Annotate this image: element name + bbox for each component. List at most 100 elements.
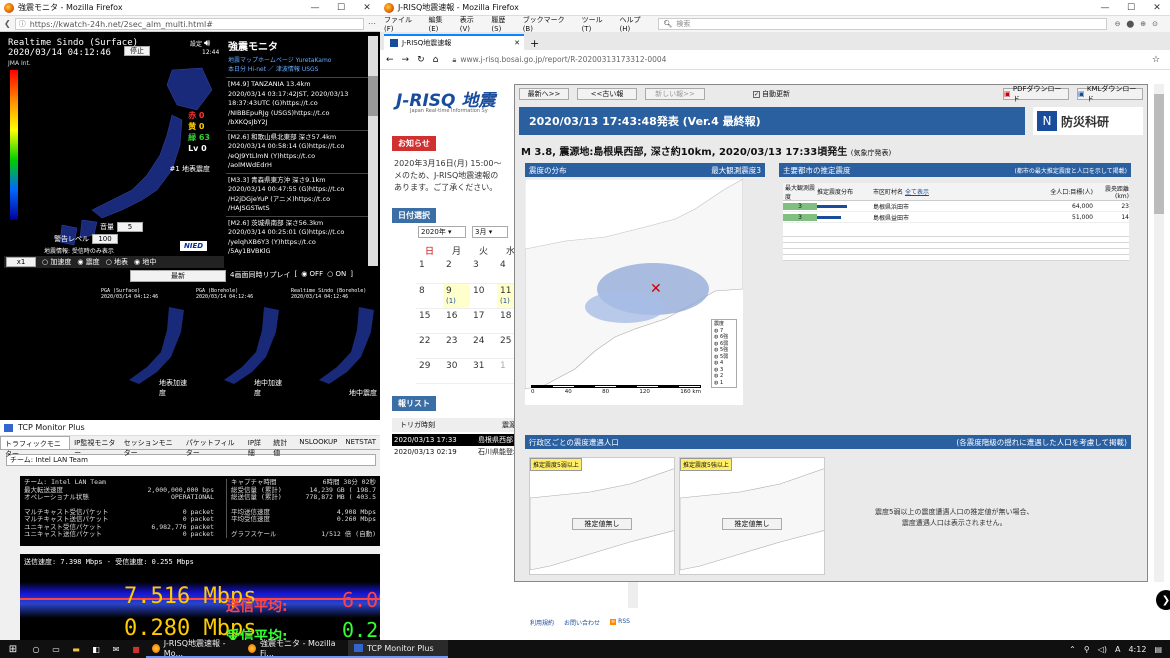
tab-traffic[interactable]: トラフィックモニター: [0, 436, 71, 458]
settings-label[interactable]: 設定: [190, 41, 202, 48]
tab-ip-detail[interactable]: IP詳細: [244, 436, 269, 457]
ime-indicator[interactable]: A: [1115, 645, 1120, 654]
menu-view[interactable]: 表示(V): [460, 15, 484, 33]
back-icon[interactable]: ❮: [4, 19, 11, 28]
explorer-icon[interactable]: ▬: [66, 645, 86, 654]
address-bar[interactable]: ❮ https://kwatch-24h.net/2sec_alm_multi.…: [0, 16, 380, 32]
pop-map-2[interactable]: 推定震度5強以上 推定値無し: [679, 457, 825, 575]
minimize-icon[interactable]: —: [302, 0, 328, 16]
speaker-icon[interactable]: 🔊︎: [204, 38, 210, 49]
toolbar-icons[interactable]: ⊖⬤⊕⊙: [1115, 20, 1170, 28]
pop-map-1[interactable]: 推定震度5弱以上 推定値無し: [529, 457, 675, 575]
browser-titlebar[interactable]: J-RISQ地震速報 - Mozilla Firefox — ☐ ✕: [380, 0, 1170, 16]
newer-button[interactable]: 新しい報>>: [645, 88, 705, 100]
taskbar-item-kyoshin[interactable]: 強震モニタ - Mozilla Fi...: [242, 639, 348, 658]
popup-scrollbar[interactable]: [1154, 84, 1164, 582]
volume-select[interactable]: 5: [117, 222, 143, 232]
rss-link[interactable]: ≋ RSS: [610, 618, 630, 627]
menu-help[interactable]: ヘルプ(H): [620, 15, 651, 33]
stop-button[interactable]: 停止: [124, 46, 150, 56]
menu-bookmarks[interactable]: ブックマーク(B): [523, 15, 574, 33]
notification-icon[interactable]: ▤: [1154, 645, 1162, 654]
taskview-icon[interactable]: ▭: [46, 645, 66, 654]
show-all-link[interactable]: 全て表示: [905, 189, 929, 196]
feed-scrollbar[interactable]: [368, 36, 378, 266]
side-arrow-icon[interactable]: ❯: [1156, 590, 1170, 610]
menu-history[interactable]: 履歴(S): [491, 15, 514, 33]
feed-item[interactable]: [M4.9] TANZANIA 13.4km 2020/03/14 03:17:…: [226, 77, 376, 130]
mode-row: x1 ○ 加速度 ◉ 震度 ○ 地表 ◉ 地中: [4, 256, 224, 268]
mode-select[interactable]: x1: [6, 257, 36, 267]
tcp-info-panel: チーム: Intel LAN Team 最大転送速度 2,000,000,000 …: [20, 476, 380, 546]
mode-surface[interactable]: ○ 地表: [106, 257, 128, 267]
mode-borehole[interactable]: ◉ 地中: [134, 257, 156, 267]
feed-item[interactable]: [M2.6] 和歌山県北東部 深さ57.4km 2020/03/14 00:58…: [226, 129, 376, 173]
city-row[interactable]: 3 島根県浜田市 64,000 23: [783, 201, 1129, 212]
tab-filter[interactable]: パケットフィルター: [182, 436, 244, 457]
update-button[interactable]: 最新: [130, 270, 226, 282]
menu-icon[interactable]: ⋯: [368, 19, 376, 28]
menu-tools[interactable]: ツール(T): [582, 15, 612, 33]
feed-links[interactable]: 地震マップホームページ YuretaKamo: [226, 55, 376, 64]
search-box[interactable]: 🔍︎ 検索: [658, 18, 1107, 30]
close-icon[interactable]: ✕: [354, 0, 380, 16]
month-select[interactable]: 3月 ▾: [472, 226, 508, 238]
browser-tab[interactable]: J-RISQ地震速報 ✕: [384, 34, 524, 50]
maximize-icon[interactable]: ☐: [1118, 0, 1144, 16]
date-select-header: 日付選択: [392, 208, 436, 223]
feed-item[interactable]: [M2.6] 茨城県南部 深さ56.3km 2020/03/14 00:25:0…: [226, 215, 376, 259]
tcp-titlebar[interactable]: TCP Monitor Plus: [0, 420, 380, 436]
taskbar-item-tcp[interactable]: TCP Monitor Plus: [348, 640, 448, 658]
latest-button[interactable]: 最新へ>>: [519, 88, 569, 100]
home-icon[interactable]: ⌂: [433, 55, 439, 65]
maximize-icon[interactable]: ☐: [328, 0, 354, 16]
calendar-day-9[interactable]: 9 (1): [443, 283, 470, 309]
start-icon[interactable]: ⊞: [0, 644, 26, 655]
big-recv-avg-value: 0.25: [342, 618, 380, 640]
menu-file[interactable]: ファイル(F): [384, 15, 421, 33]
url-field[interactable]: https://kwatch-24h.net/2sec_alm_multi.ht…: [14, 17, 364, 30]
replay-on[interactable]: ○ ON: [327, 270, 346, 280]
menu-edit[interactable]: 編集(E): [429, 15, 452, 33]
window-titlebar[interactable]: 強震モニタ - Mozilla Firefox — ☐ ✕: [0, 0, 380, 16]
back-icon[interactable]: ←: [386, 55, 394, 65]
small-clock: 12:44: [202, 49, 220, 56]
reload-icon[interactable]: ↻: [417, 55, 425, 65]
taskbar-item-jrisq[interactable]: J-RISQ地震速報 - Mo...: [146, 639, 242, 658]
mail-icon[interactable]: ✉: [106, 645, 126, 654]
feed-sub[interactable]: 本日分 Hi-net ／ 津波情報 USGS: [226, 64, 376, 73]
new-tab-icon[interactable]: +: [524, 37, 545, 50]
tab-close-icon[interactable]: ✕: [514, 39, 524, 47]
pdf-download-button[interactable]: ▣ PDFダウンロード: [1003, 85, 1069, 103]
kml-download-button[interactable]: ▣ KMLダウンロード: [1077, 85, 1143, 103]
bookmark-star-icon[interactable]: ☆: [1152, 55, 1170, 65]
minimize-icon[interactable]: —: [1092, 0, 1118, 16]
feed-item[interactable]: [M3.3] 青森県東方沖 深さ9.1km 2020/03/14 00:47:5…: [226, 172, 376, 216]
tab-netstat[interactable]: NETSTAT: [341, 436, 380, 449]
tab-session[interactable]: セッションモニター: [120, 436, 182, 457]
tab-nslookup[interactable]: NSLOOKUP: [295, 436, 341, 449]
mode-acceleration[interactable]: ○ 加速度: [42, 257, 71, 267]
app-icon[interactable]: ■: [126, 645, 146, 654]
older-button[interactable]: <<古い報: [577, 88, 637, 100]
clock[interactable]: 4:12: [1128, 645, 1146, 654]
auto-update-checkbox[interactable]: ✓ 自動更新: [753, 89, 790, 99]
tray-up-icon[interactable]: ⌃: [1069, 645, 1076, 654]
store-icon[interactable]: ◧: [86, 645, 106, 654]
year-select[interactable]: 2020年 ▾: [418, 226, 466, 238]
network-icon[interactable]: ⚲: [1084, 645, 1090, 654]
url-field[interactable]: 🔒︎ www.j-risq.bosai.go.jp/report/R-20200…: [446, 53, 1144, 67]
volume-icon[interactable]: ◁): [1098, 645, 1107, 654]
forward-icon[interactable]: →: [402, 55, 410, 65]
contact-link[interactable]: お問い合わせ: [564, 618, 600, 627]
city-row[interactable]: 3 島根県益田市 51,000 14: [783, 212, 1129, 223]
search-taskbar-icon[interactable]: ○: [26, 645, 46, 654]
close-icon[interactable]: ✕: [1144, 0, 1170, 16]
alarm-select[interactable]: 100: [92, 234, 118, 244]
tab-stats[interactable]: 統計値: [269, 436, 295, 457]
mode-intensity[interactable]: ◉ 震度: [77, 257, 99, 267]
terms-link[interactable]: 利用規約: [530, 618, 554, 627]
replay-off[interactable]: ◉ OFF: [301, 270, 323, 280]
tab-ip[interactable]: IP監視モニター: [70, 436, 120, 457]
dist-map[interactable]: ✕ 震度 ◍ 7 ◍ 6強 ◍ 6弱 ◍ 5強 ◍ 5弱 ◍ 4 ◍ 3 ◍ 2…: [525, 179, 743, 405]
